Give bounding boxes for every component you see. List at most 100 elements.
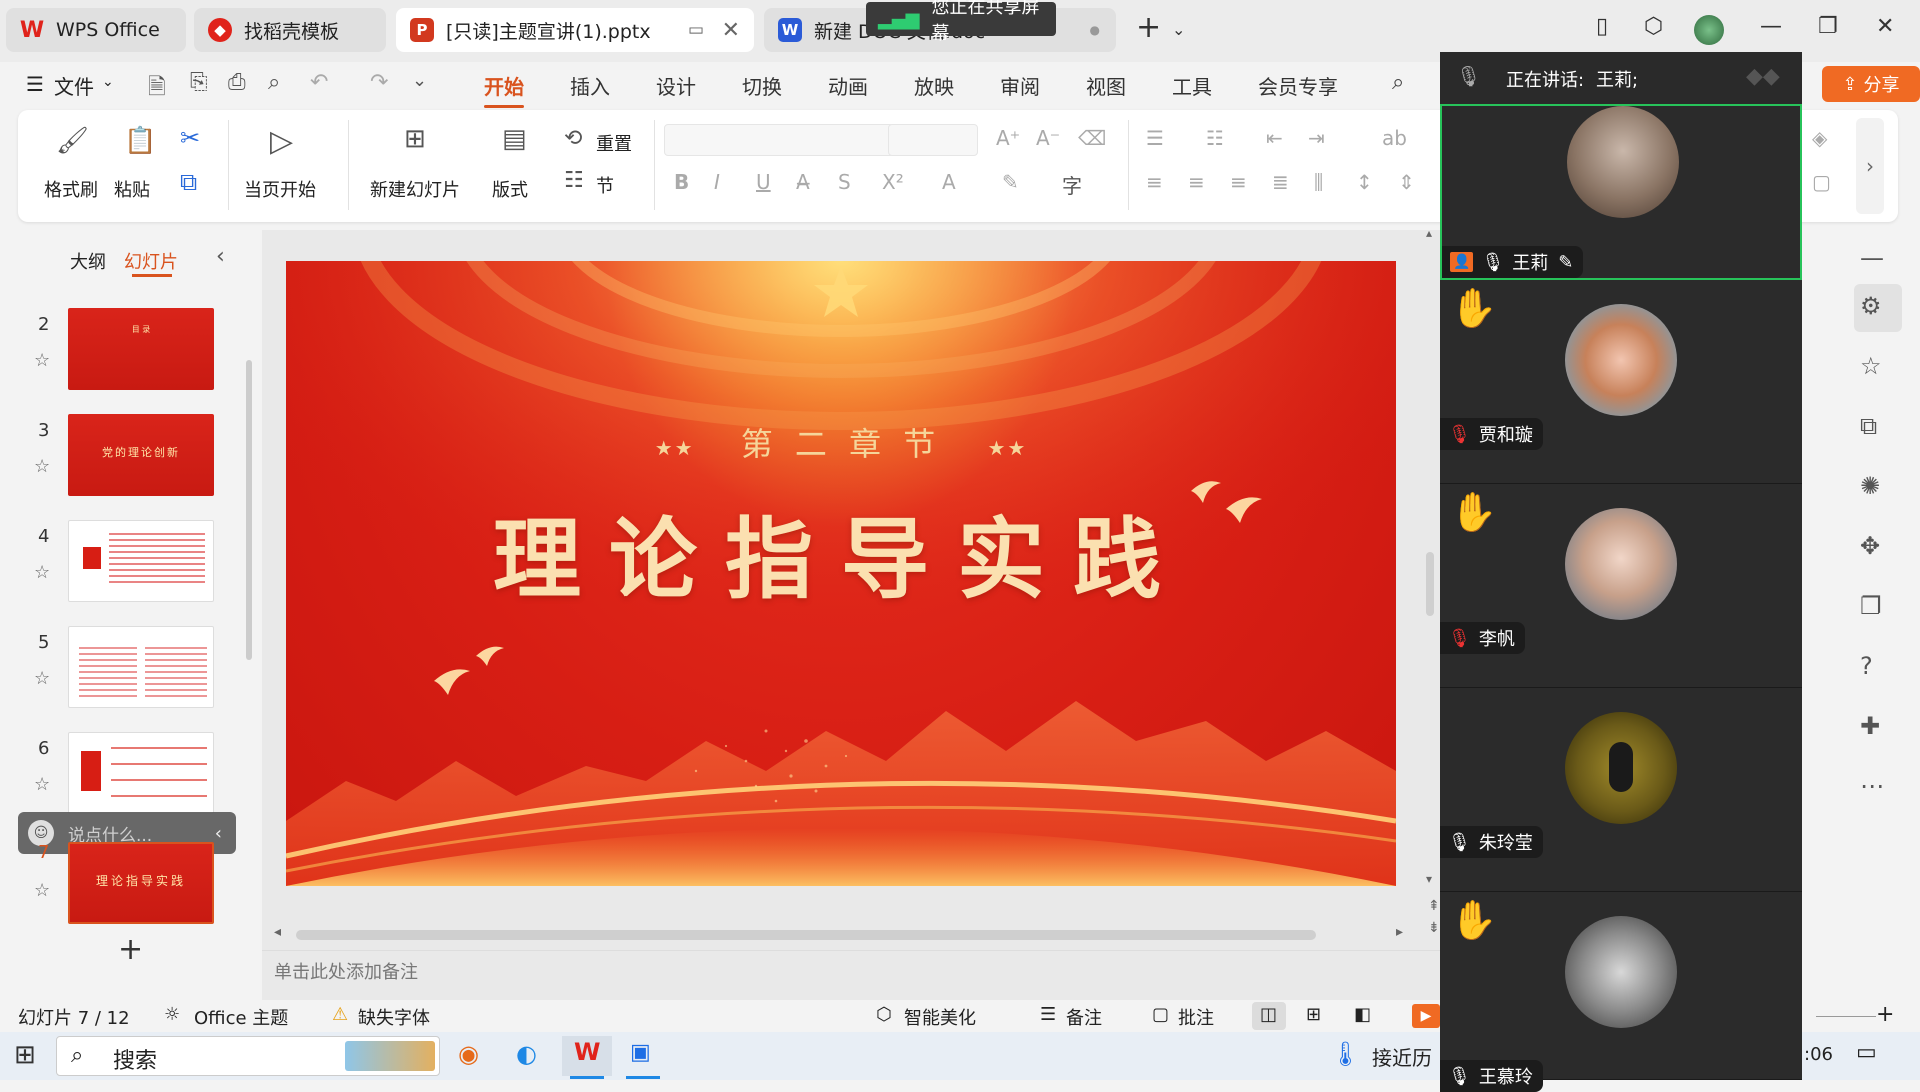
tab-insert[interactable]: 插入 [570,71,610,100]
paragraph-spacing-icon[interactable]: ⇕ [1398,170,1415,194]
minimize-icon[interactable]: — [1760,14,1782,39]
text-direction-icon[interactable]: ab [1382,126,1407,150]
increase-indent-icon[interactable]: ⇥ [1308,126,1325,150]
reset-label[interactable]: 重置 [596,130,632,156]
tab-design[interactable]: 设计 [656,71,696,100]
notification-icon[interactable]: ▭ [1856,1040,1877,1065]
print-preview-icon[interactable]: ⌕ [268,70,280,95]
star-icon[interactable]: ☆ [34,350,50,371]
align-right-icon[interactable]: ≡ [1230,170,1247,194]
new-slide-icon[interactable]: ⊞ [404,124,426,154]
wps-taskbar-icon[interactable]: W [574,1038,600,1066]
save-icon[interactable]: 🗎 [148,70,166,108]
fill-icon[interactable]: ◈ [1812,126,1827,150]
collapse-panel-icon[interactable]: ‹ [216,244,225,269]
paste-icon[interactable]: 📋 [124,126,156,156]
from-current-label[interactable]: 当页开始 [244,176,316,202]
monitor-icon[interactable]: ▭ [688,20,704,40]
theme-label[interactable]: Office 主题 [194,1004,288,1030]
screen-share-banner[interactable]: ▂▄▆ 您正在共享屏幕 [866,0,1056,44]
italic-icon[interactable]: I [714,170,720,194]
font-color-icon[interactable]: A [942,170,956,194]
export-icon[interactable]: ⎘ [190,70,208,95]
close-window-icon[interactable]: ✕ [1876,14,1894,39]
chevron-down-icon[interactable]: ⌄ [102,74,114,90]
slide-title[interactable]: 理论指导实践 [286,489,1396,616]
tab-review[interactable]: 审阅 [1000,71,1040,100]
vertical-scrollbar[interactable] [1426,552,1434,616]
bullet-list-icon[interactable]: ☰ [1146,126,1164,150]
format-painter-icon[interactable]: 🖌 [56,126,89,156]
participant-tile[interactable]: 🎙 朱玲莹 [1440,688,1802,892]
star-icon[interactable]: ☆ [34,774,50,795]
thumb-scrollbar[interactable] [246,360,252,660]
tab-outline[interactable]: 大纲 [70,248,106,274]
numbered-list-icon[interactable]: ☷ [1206,126,1224,150]
more-chevron-icon[interactable]: ⌄ [412,70,427,91]
normal-view-icon[interactable]: ◫ [1260,1004,1277,1025]
file-menu[interactable]: 文件 [54,71,94,100]
star-icon[interactable]: ☆ [1860,352,1882,380]
chevron-down-icon[interactable]: ⌄ [1172,20,1185,39]
slide-thumbnail-5[interactable] [68,626,214,708]
increase-font-icon[interactable]: A⁺ [996,126,1020,150]
tab-home[interactable]: 开始 [484,71,524,108]
current-slide[interactable]: ★★ 第 二 章 节 ★★ 理论指导实践 [286,261,1396,886]
layout-label[interactable]: 版式 [492,176,528,202]
missing-font-label[interactable]: 缺失字体 [358,1004,430,1030]
clock-text[interactable]: :06 [1804,1044,1833,1065]
slide-thumbnail-4[interactable] [68,520,214,602]
add-slide-icon[interactable]: + [118,932,143,967]
beautify-icon[interactable]: ⬡ [876,1004,892,1025]
new-slide-label[interactable]: 新建幻灯片 [370,176,460,202]
clear-format-icon[interactable]: ⌫ [1078,126,1106,150]
shadow-icon[interactable]: S [838,170,851,194]
slide-thumbnail-2[interactable]: 目 录 [68,308,214,390]
section-icon[interactable]: ☷ [564,168,584,193]
participant-tile[interactable]: ✋ 🎙 李帆 [1440,484,1802,688]
search-icon[interactable]: ⌕ [1392,70,1404,95]
zoom-in-icon[interactable]: + [1876,1002,1894,1027]
highlight-icon[interactable]: ✎ [1002,170,1019,194]
tab-tools[interactable]: 工具 [1172,71,1212,100]
comment-icon[interactable]: ▢ [1152,1004,1169,1025]
tools-icon[interactable]: ✥ [1860,532,1880,560]
print-icon[interactable]: ⎙ [228,70,246,95]
format-painter-label[interactable]: 格式刷 [44,176,98,202]
theme-icon[interactable]: ☼ [164,1004,180,1025]
scroll-up-icon[interactable]: ▴ [1426,226,1432,240]
notes-input[interactable]: 单击此处添加备注 [274,958,418,984]
slide-thumbnail-7-selected[interactable]: 理论指导实践 [68,842,214,924]
warning-icon[interactable]: ⚠ [332,1004,348,1025]
decrease-font-icon[interactable]: A⁻ [1036,126,1060,150]
slideshow-play-button[interactable]: ▶ [1412,1004,1440,1028]
help-icon[interactable]: ? [1860,652,1873,680]
paste-label[interactable]: 粘贴 [114,176,150,202]
participant-tile[interactable]: ✋ 🎙 贾和璇 [1440,280,1802,484]
transition-icon[interactable]: ⧉ [1860,412,1877,440]
notes-button[interactable]: 备注 [1066,1004,1102,1030]
ribbon-scroll-right[interactable]: › [1856,118,1884,214]
restore-icon[interactable]: ❐ [1818,14,1838,39]
play-from-current-icon[interactable]: ▷ [270,124,293,159]
reading-view-icon[interactable]: ◧ [1354,1004,1371,1025]
next-slide-icon[interactable]: ⇟ [1428,920,1440,936]
line-spacing-icon[interactable]: ↕ [1356,170,1373,194]
new-tab-icon[interactable]: + [1136,10,1161,45]
participant-tile[interactable]: ✋ 🎙 王慕玲 [1440,892,1802,1092]
tab-transition[interactable]: 切换 [742,71,782,100]
star-icon[interactable]: ☆ [34,456,50,477]
meeting-app-icon[interactable]: ▣ [630,1040,651,1065]
user-avatar[interactable] [1694,15,1724,45]
star-icon[interactable]: ☆ [34,562,50,583]
slide-sorter-icon[interactable]: ⊞ [1306,1004,1321,1025]
settings-sliders-icon[interactable]: ⚙ [1860,292,1882,320]
underline-icon[interactable]: U [756,170,771,194]
bold-icon[interactable]: B [674,170,689,194]
horizontal-scrollbar[interactable] [296,930,1316,940]
tab-docer[interactable]: ◆ 找稻壳模板 [194,8,386,52]
star-icon[interactable]: ☆ [34,668,50,689]
participant-tile[interactable]: 👤 🎙 王莉 ✎ [1440,104,1802,280]
justify-icon[interactable]: ≣ [1272,170,1289,194]
slide-subtitle[interactable]: ★★ 第 二 章 节 ★★ [286,419,1396,465]
